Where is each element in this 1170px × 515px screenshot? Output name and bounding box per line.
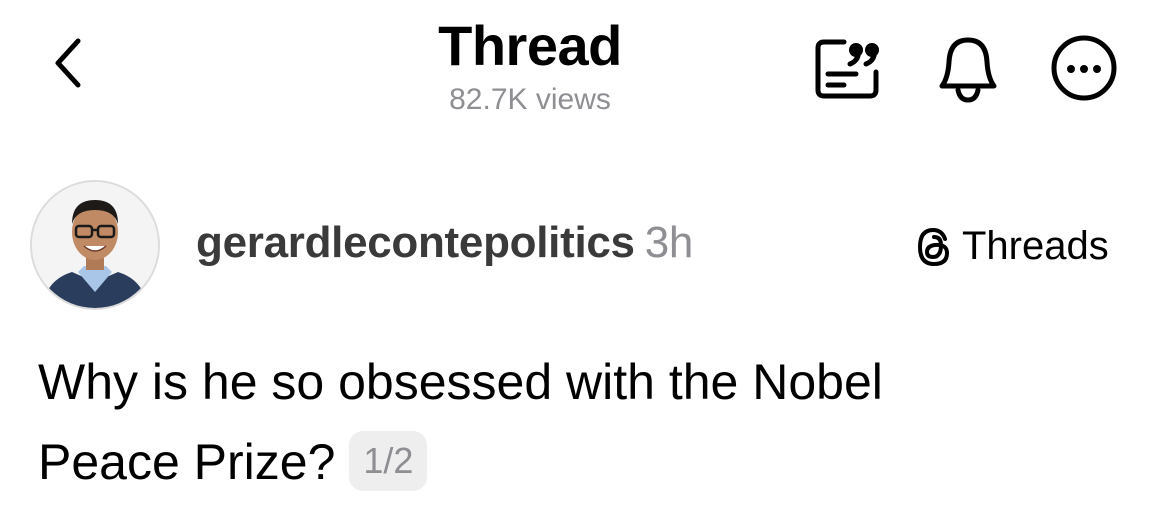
threads-source-link[interactable]: Threads [914,224,1109,269]
post-timestamp: 3h [644,218,694,267]
threads-logo-icon [917,227,950,266]
profile-photo [32,182,158,308]
post-text-line-2: Peace Prize? [38,434,336,490]
post-body: Why is he so obsessed with the Nobel Pea… [38,342,1138,502]
header-title-block: Thread 82.7K views [380,14,680,118]
chevron-left-icon [55,38,81,88]
author-username[interactable]: gerardlecontepolitics [196,218,635,267]
post-text-line-2-wrap: Peace Prize? 1/2 [38,422,1138,502]
thread-counter-badge: 1/2 [349,431,428,491]
avatar[interactable] [30,180,160,310]
notifications-button[interactable] [930,30,1006,106]
view-count: 82.7K views [449,83,611,116]
source-label: Threads [962,224,1109,268]
more-options-icon [1051,35,1117,101]
author-line: gerardlecontepolitics 3h [196,218,693,268]
quote-button[interactable] [808,30,884,106]
page-title: Thread [438,14,622,77]
bell-icon [939,37,997,103]
more-options-button[interactable] [1046,30,1122,106]
post-text-line-1: Why is he so obsessed with the Nobel [38,354,883,410]
back-button[interactable] [38,28,98,98]
quote-post-icon [815,39,879,99]
